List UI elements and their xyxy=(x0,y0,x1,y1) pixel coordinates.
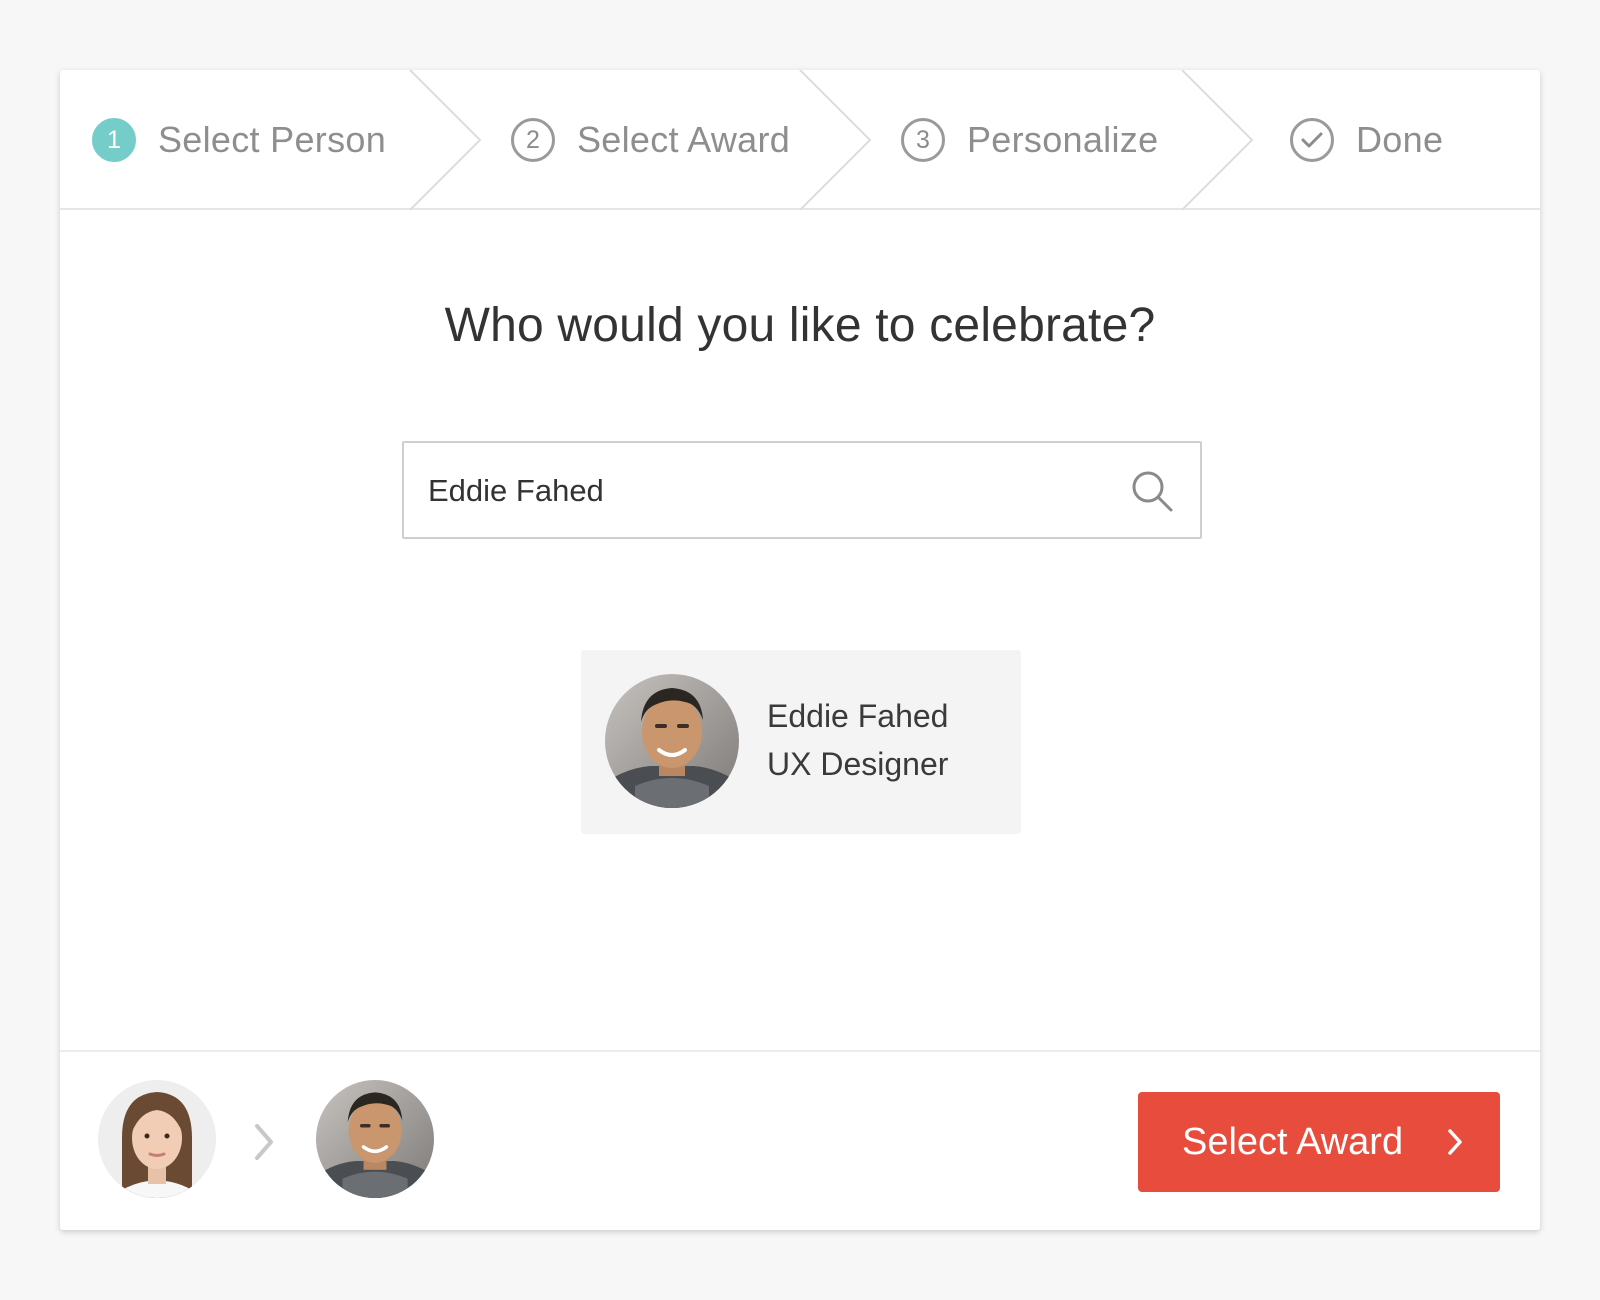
select-award-button[interactable]: Select Award xyxy=(1138,1092,1500,1192)
step-number-badge: 3 xyxy=(901,118,945,162)
result-role: UX Designer xyxy=(767,746,949,782)
chevron-right-icon xyxy=(255,1124,273,1160)
step-divider xyxy=(1181,70,1254,210)
step-select-award[interactable]: 2 Select Award xyxy=(511,70,790,210)
award-wizard-card: 1 Select Person 2 Select Award 3 Persona… xyxy=(60,70,1540,1230)
step-done[interactable]: Done xyxy=(1290,70,1443,210)
stepper: 1 Select Person 2 Select Award 3 Persona… xyxy=(60,70,1540,210)
check-circle-icon xyxy=(1290,118,1334,162)
sender-avatar xyxy=(98,1080,216,1198)
search-result-card[interactable]: Eddie Fahed UX Designer xyxy=(581,650,1021,834)
chevron-right-icon xyxy=(1448,1129,1462,1155)
step-number-badge: 1 xyxy=(92,118,136,162)
step-select-person[interactable]: 1 Select Person xyxy=(92,70,386,210)
step-number-badge: 2 xyxy=(511,118,555,162)
page-title: Who would you like to celebrate? xyxy=(444,299,1156,352)
search-icon[interactable] xyxy=(1130,469,1174,513)
step-divider xyxy=(799,70,872,210)
recipient-avatar xyxy=(316,1080,434,1198)
step-divider xyxy=(409,70,482,210)
step-label: Select Award xyxy=(577,119,791,160)
result-name: Eddie Fahed xyxy=(767,698,949,734)
step-label: Personalize xyxy=(967,119,1159,160)
footer-bar: Select Award xyxy=(60,1050,1540,1230)
search-input[interactable] xyxy=(426,443,1110,539)
step-label: Select Person xyxy=(158,119,387,160)
step-label: Done xyxy=(1356,119,1444,160)
select-award-button-label: Select Award xyxy=(1182,1120,1404,1163)
step-personalize[interactable]: 3 Personalize xyxy=(901,70,1158,210)
search-box xyxy=(402,441,1202,539)
avatar xyxy=(605,674,739,808)
